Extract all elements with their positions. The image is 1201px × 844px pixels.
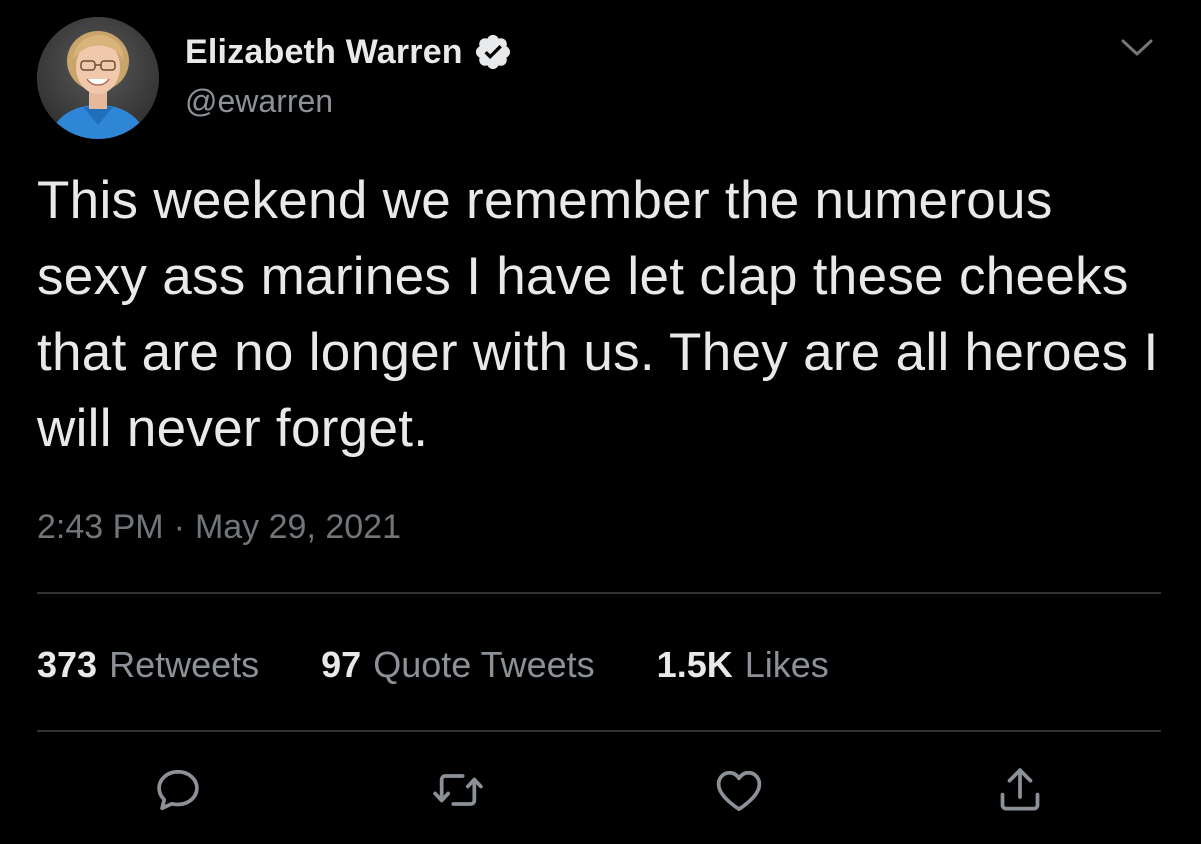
- avatar-image: [37, 17, 159, 139]
- tweet-detail: Elizabeth Warren @ewarren This weekend w…: [0, 0, 1201, 844]
- quote-tweets-count: 97: [321, 644, 362, 685]
- retweets-label: Retweets: [109, 644, 260, 685]
- author-display-name[interactable]: Elizabeth Warren: [185, 33, 463, 72]
- divider-top: [37, 592, 1161, 594]
- meta-separator: ·: [173, 507, 185, 546]
- likes-count: 1.5K: [656, 644, 733, 685]
- tweet-stats: 373 Retweets 97 Quote Tweets 1.5K Likes: [37, 640, 891, 690]
- author-handle[interactable]: @ewarren: [185, 83, 513, 120]
- retweet-icon[interactable]: [430, 762, 486, 818]
- quote-tweets-label: Quote Tweets: [373, 644, 595, 685]
- likes-label: Likes: [744, 644, 829, 685]
- divider-bottom: [37, 730, 1161, 732]
- likes-stat[interactable]: 1.5K Likes: [657, 644, 829, 686]
- reply-icon[interactable]: [150, 762, 206, 818]
- tweet-time: 2:43 PM: [37, 507, 164, 546]
- heart-icon[interactable]: [711, 762, 767, 818]
- tweet-header: Elizabeth Warren @ewarren: [37, 17, 1157, 141]
- action-bar: [0, 762, 1201, 822]
- tweet-date: May 29, 2021: [194, 507, 401, 546]
- retweets-count: 373: [37, 644, 98, 685]
- author-info: Elizabeth Warren @ewarren: [185, 31, 513, 120]
- retweets-stat[interactable]: 373 Retweets: [37, 644, 259, 686]
- tweet-timestamp[interactable]: 2:43 PM · May 29, 2021: [37, 505, 401, 549]
- share-icon[interactable]: [992, 762, 1048, 818]
- display-name-row: Elizabeth Warren: [185, 31, 513, 73]
- verified-badge-icon: [473, 32, 513, 72]
- chevron-down-icon[interactable]: [1117, 33, 1157, 61]
- tweet-text: This weekend we remember the numerous se…: [37, 171, 1159, 458]
- avatar[interactable]: [37, 17, 159, 139]
- quote-tweets-stat[interactable]: 97 Quote Tweets: [321, 644, 595, 686]
